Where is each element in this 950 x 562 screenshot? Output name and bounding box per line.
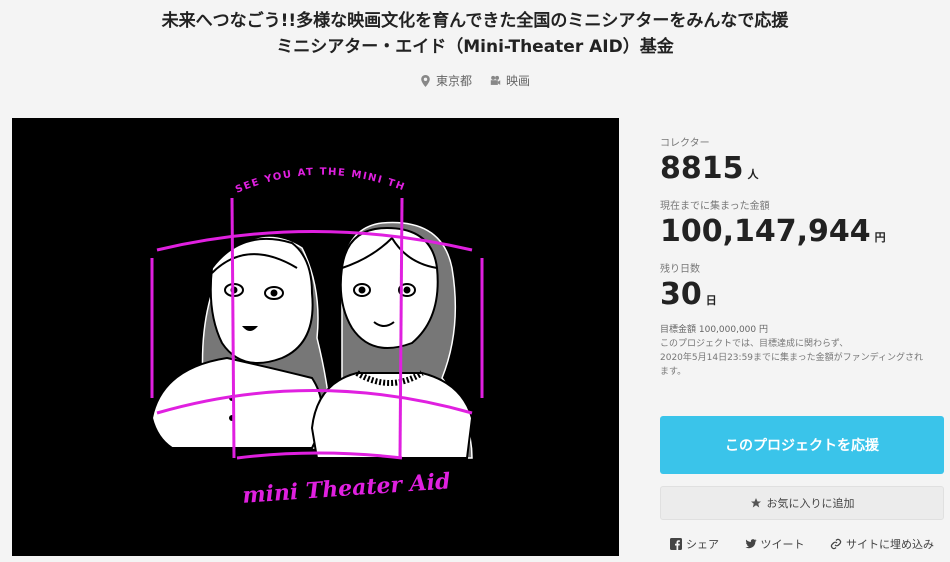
location-label: 東京都 bbox=[435, 74, 472, 88]
title-line-2: ミニシアター・エイド（Mini-Theater AID）基金 bbox=[276, 37, 674, 57]
raised-stat: 100,147,944 円 bbox=[660, 212, 944, 252]
days-left-stat: 30 日 bbox=[660, 275, 944, 315]
facebook-share-link[interactable]: シェア bbox=[670, 536, 719, 552]
goal-note-line-1: このプロジェクトでは、目標達成に関わらず、 bbox=[660, 339, 849, 349]
star-icon bbox=[750, 498, 761, 508]
category-tag[interactable]: 映画 bbox=[490, 72, 530, 89]
days-left-label: 残り日数 bbox=[660, 264, 700, 275]
days-left-value: 30 bbox=[660, 277, 702, 312]
embed-label: サイトに埋め込み bbox=[846, 538, 934, 551]
title-line-1: 未来へつなごう!!多様な映画文化を育んできた全国のミニシアターをみんなで応援 bbox=[161, 11, 789, 31]
embed-link[interactable]: サイトに埋め込み bbox=[830, 536, 934, 552]
project-stats: コレクター 8815 人 現在までに集まった金額 100,147,944 円 残… bbox=[660, 134, 944, 379]
support-project-button[interactable]: このプロジェクトを応援 bbox=[660, 416, 944, 474]
add-favorite-button[interactable]: お気に入りに追加 bbox=[660, 486, 944, 520]
facebook-icon bbox=[670, 538, 682, 550]
collectors-label: コレクター bbox=[660, 138, 710, 149]
link-icon bbox=[830, 538, 842, 550]
goal-note-line-2: 2020年5月14日23:59までに集まった金額がファンディングされ bbox=[660, 353, 924, 363]
goal-note-line-3: ます。 bbox=[660, 367, 687, 377]
goal-amount: 目標金額 100,000,000 円 bbox=[660, 325, 768, 335]
project-page: 未来へつなごう!!多様な映画文化を育んできた全国のミニシアターをみんなで応援 ミ… bbox=[0, 0, 950, 562]
project-meta: 東京都 映画 bbox=[0, 72, 950, 89]
share-links: シェア ツイート サイトに埋め込み bbox=[660, 536, 944, 552]
category-label: 映画 bbox=[506, 74, 531, 88]
location-tag[interactable]: 東京都 bbox=[420, 72, 472, 89]
twitter-share-link[interactable]: ツイート bbox=[745, 536, 805, 552]
map-pin-icon bbox=[421, 74, 430, 87]
tweet-label: ツイート bbox=[760, 538, 805, 551]
days-left-unit: 日 bbox=[705, 294, 717, 307]
collectors-unit: 人 bbox=[747, 168, 759, 181]
page-title: 未来へつなごう!!多様な映画文化を育んできた全国のミニシアターをみんなで応援 ミ… bbox=[0, 8, 950, 60]
hero-illustration: SEE YOU AT THE MINI THEATER. bbox=[12, 118, 619, 556]
movie-camera-icon bbox=[490, 75, 501, 85]
favorite-label: お気に入りに追加 bbox=[766, 497, 855, 510]
raised-unit: 円 bbox=[874, 231, 886, 244]
twitter-icon bbox=[745, 539, 756, 549]
collectors-stat: 8815 人 bbox=[660, 149, 944, 189]
raised-label: 現在までに集まった金額 bbox=[660, 201, 770, 212]
raised-value: 100,147,944 bbox=[660, 214, 871, 249]
project-hero-image: SEE YOU AT THE MINI THEATER. bbox=[12, 118, 619, 556]
collectors-value: 8815 bbox=[660, 151, 744, 186]
share-label: シェア bbox=[686, 538, 719, 551]
